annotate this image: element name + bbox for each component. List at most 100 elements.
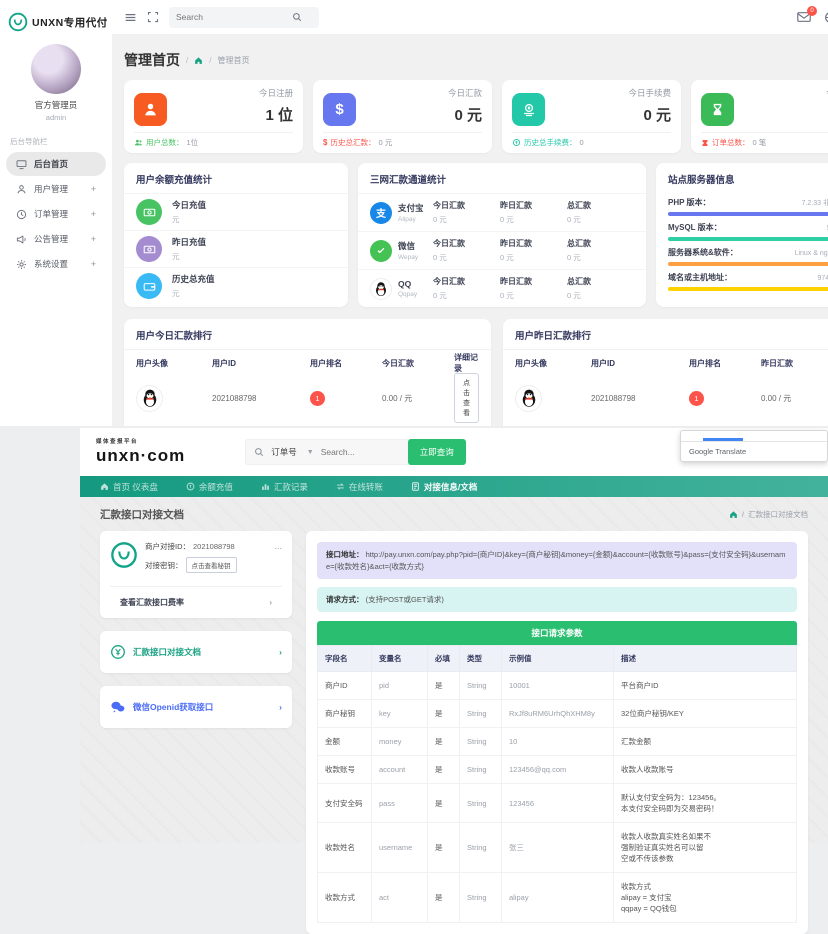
table-row: 金额money是String10汇款金额: [318, 728, 797, 756]
channel-row-wechat: 微信 Wepay 今日汇款0 元 昨日汇款0 元 总汇款0 元: [358, 231, 646, 269]
table-cell: 收款方式: [318, 873, 372, 923]
page-title: 汇款接口对接文档: [100, 507, 184, 522]
rank-badge: 1: [689, 391, 704, 406]
document-icon: [411, 482, 420, 491]
channel-row-alipay: 支 支付宝 Alipay 今日汇款0 元 昨日汇款0 元 总汇款0 元: [358, 193, 646, 231]
rank-table-today: 用户今日汇款排行 用户头像 用户ID 用户排名 今日汇款 详细记录 202108…: [124, 319, 491, 426]
search-type-select[interactable]: 订单号 ▼: [271, 446, 313, 458]
request-method-box: 请求方式： (支持POST或GET请求): [317, 587, 797, 612]
home-icon[interactable]: [194, 56, 203, 65]
api-address-box: 接口地址： http://pay.unxn.com/pay.php?pid={商…: [317, 542, 797, 579]
channel-stats-card: 三网汇款通道统计 支 支付宝 Alipay 今日汇款0 元 昨日汇款0 元 总汇…: [358, 163, 646, 307]
stats-row: 今日注册 1 位 用户总数： 1位 $ 今日汇款: [124, 80, 828, 153]
view-key-button[interactable]: 点击查看秘钥: [186, 557, 237, 573]
sidebar-item-announcements[interactable]: 公告管理 +: [6, 227, 106, 251]
table-cell: act: [372, 873, 428, 923]
table-cell: account: [372, 756, 428, 784]
chevron-right-icon: ›: [269, 598, 272, 607]
list-item: 历史总充值 元: [124, 267, 348, 304]
recharge-stats-card: 用户余额充值统计 今日充值 元 昨日充值 元 历史总充值: [124, 163, 348, 307]
table-cell: RxJf8uRM6UrhQhXHM8y: [502, 700, 614, 728]
search-icon: [254, 447, 264, 457]
qq-icon: [370, 278, 392, 300]
table-cell: 32位商户秘钥/KEY: [614, 700, 797, 728]
query-button[interactable]: 立即查询: [408, 439, 466, 465]
coin-small-icon: [512, 138, 521, 147]
table-cell: pid: [372, 672, 428, 700]
table-header-row: 字段名 变量名 必填 类型 示例值 描述: [318, 646, 797, 672]
table-cell: 商户ID: [318, 672, 372, 700]
docs-link-card[interactable]: 汇款接口对接文档 ›: [100, 631, 292, 673]
table-row: 2021088798 1 0.00 / 元 点击查看: [503, 376, 828, 420]
nav-item-docs[interactable]: 对接信息/文档: [399, 476, 489, 497]
server-item: 域名或主机地址：974.rglac.top: [656, 268, 828, 293]
bar-chart-icon: [261, 482, 270, 491]
api-doc-card: 接口地址： http://pay.unxn.com/pay.php?pid={商…: [306, 531, 808, 934]
sidebar-item-users[interactable]: 用户管理 +: [6, 177, 106, 201]
table-cell: String: [460, 756, 502, 784]
sidebar-item-orders[interactable]: 订单管理 +: [6, 202, 106, 226]
progress-bar: [668, 237, 828, 241]
table-cell: 默认支付安全码为：123456。 本支付安全码即为交易密码！: [614, 784, 797, 823]
rank-table-yesterday: 用户昨日汇款排行 用户头像 用户ID 用户排名 昨日汇款 详细记录 202108…: [503, 319, 828, 426]
nav-item-recharge[interactable]: 余额充值: [174, 476, 245, 497]
table-cell: String: [460, 784, 502, 823]
brand-name: UNXN专用代付: [32, 15, 108, 30]
progress-bar: [668, 287, 828, 291]
clock-icon: [16, 209, 27, 220]
google-translate-popup[interactable]: Google Translate: [680, 430, 828, 462]
table-cell: 是: [428, 823, 460, 873]
admin-dashboard: UNXN专用代付 官方管理员 admin 后台导航栏 后台首页 用户管理 + 订…: [0, 0, 828, 426]
search-input[interactable]: [176, 12, 286, 22]
portal-header: 媒体查报平台 unxn·com 订单号 ▼ 立即查询 ¥ 账户余额 Google…: [80, 428, 828, 476]
home-icon[interactable]: [729, 510, 738, 519]
dollar-small-icon: $: [323, 138, 327, 147]
stat-card-fee: 今日手续费 0 元 历史总手续费： 0: [502, 80, 681, 153]
fullscreen-icon[interactable]: [147, 11, 159, 23]
stat-card-register: 今日注册 1 位 用户总数： 1位: [124, 80, 303, 153]
user-icon: [16, 184, 27, 195]
monitor-icon: [16, 159, 27, 170]
table-row: 收款方式act是Stringalipay收款方式 alipay = 支付宝 qq…: [318, 873, 797, 923]
chevron-right-icon: ›: [279, 702, 282, 712]
table-cell: 汇款金额: [614, 728, 797, 756]
nav-item-transfer[interactable]: 在线转账: [324, 476, 395, 497]
globe-icon[interactable]: [824, 11, 828, 24]
brand[interactable]: UNXN专用代付: [0, 8, 112, 38]
sidebar-item-settings[interactable]: 系统设置 +: [6, 252, 106, 276]
hamburger-icon[interactable]: [124, 11, 137, 24]
nav-caption: 后台导航栏: [0, 126, 112, 151]
portal-logo[interactable]: 媒体查报平台 unxn·com: [96, 440, 185, 464]
search-icon: [292, 12, 302, 22]
table-cell: 是: [428, 700, 460, 728]
more-icon[interactable]: ...: [274, 541, 282, 578]
nav-item-records[interactable]: 汇款记录: [249, 476, 320, 497]
order-search-input[interactable]: [321, 447, 407, 457]
breadcrumb: 管理首页 / / 管理首页: [124, 50, 828, 70]
users-icon: [134, 138, 143, 147]
home-icon: [100, 482, 109, 491]
table-cell: 收款方式 alipay = 支付宝 qqpay = QQ钱包: [614, 873, 797, 923]
nav-item-dashboard[interactable]: 首页 仪表盘: [88, 476, 170, 497]
qq-avatar: [515, 385, 542, 412]
coin-slot-icon: [512, 93, 545, 126]
admin-avatar[interactable]: [31, 44, 81, 94]
dollar-icon: $: [323, 93, 356, 126]
alipay-icon: 支: [370, 202, 392, 224]
sidebar-item-home[interactable]: 后台首页: [6, 152, 106, 176]
rate-link[interactable]: 查看汇款接口费率 ›: [110, 586, 282, 618]
coin-icon: [186, 482, 195, 491]
mail-icon[interactable]: 0: [797, 11, 811, 23]
chevron-right-icon: ›: [279, 647, 282, 657]
openid-link-card[interactable]: 微信Openid获取接口 ›: [100, 686, 292, 728]
person-icon: [134, 93, 167, 126]
table-row: 支付安全码pass是String123456默认支付安全码为：123456。 本…: [318, 784, 797, 823]
table-cell: 收款账号: [318, 756, 372, 784]
table-cell: 10: [502, 728, 614, 756]
dashboard-content: 管理首页 / / 管理首页 今日注册 1 位: [112, 34, 828, 426]
api-params-table: 字段名 变量名 必填 类型 示例值 描述 商户IDpid是String10001…: [317, 645, 797, 923]
admin-name: 官方管理员: [0, 99, 112, 111]
topbar-search[interactable]: [169, 7, 319, 28]
view-details-button[interactable]: 点击查看: [454, 373, 479, 423]
transfer-icon: [336, 482, 345, 491]
